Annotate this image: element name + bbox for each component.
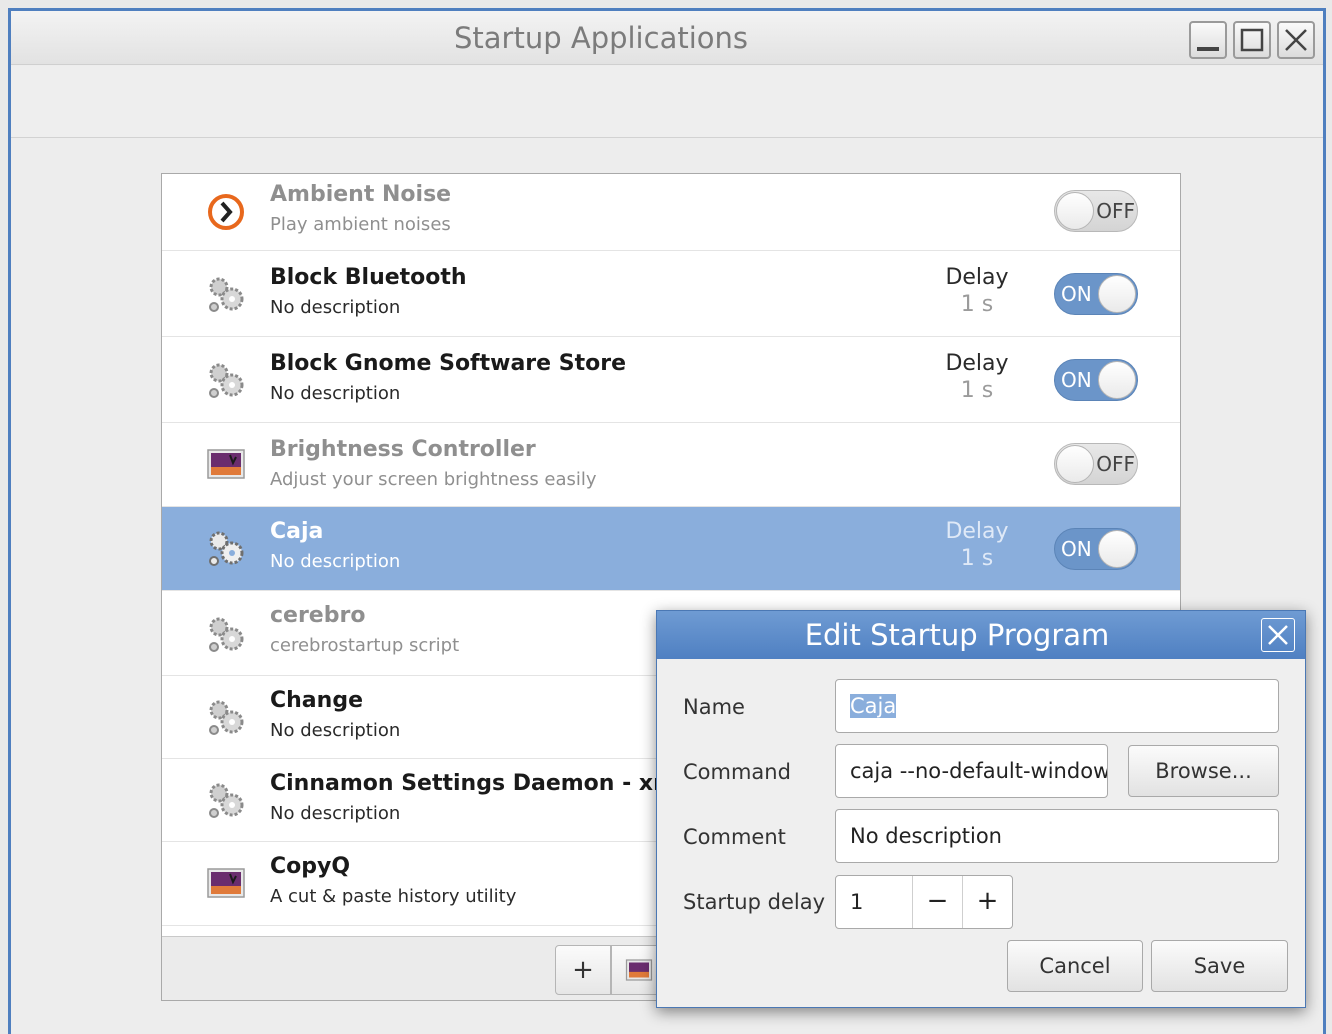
delay-value: 1 s [960,546,994,571]
close-icon [1285,29,1307,51]
item-description: Adjust your screen brightness easily [270,469,597,490]
browse-button[interactable]: Browse... [1128,745,1279,797]
name-field[interactable]: Caja [835,679,1279,733]
close-icon [1268,625,1288,645]
delay-info: Delay 1 s [932,265,1022,317]
toggle-text: OFF [1096,199,1135,223]
item-description: No description [270,297,401,318]
list-item[interactable]: Brightness Controller Adjust your screen… [162,423,1180,507]
item-name: Brightness Controller [270,437,536,462]
gears-icon [209,700,244,735]
item-name: Ambient Noise [270,182,452,207]
delay-value: 1 s [960,292,994,317]
window-title: Startup Applications [454,21,748,55]
toggle-knob [1056,192,1094,230]
edit-startup-dialog: Edit Startup Program Name Caja Command c… [656,610,1306,1008]
minimize-button[interactable] [1189,21,1227,59]
delay-value: 1 s [960,378,994,403]
item-name: Block Gnome Software Store [270,351,626,376]
item-name: Cinnamon Settings Daemon - xrandr [270,771,722,796]
close-button[interactable] [1277,21,1315,59]
image-icon [207,449,245,479]
image-icon [625,959,653,981]
delay-label: Delay [945,351,1009,376]
image-icon [207,868,245,898]
gears-icon [209,783,244,818]
comment-label: Comment [683,825,786,849]
add-button[interactable]: + [555,945,611,995]
toggle-text: ON [1061,368,1092,392]
item-name: Caja [270,519,324,544]
item-description: No description [270,383,401,404]
comment-field[interactable]: No description [835,809,1279,863]
delay-label: Delay [945,519,1009,544]
enable-toggle[interactable]: ON [1054,273,1138,315]
title-bar[interactable]: Startup Applications [11,11,1323,65]
save-button[interactable]: Save [1151,940,1288,992]
delay-info: Delay 1 s [932,351,1022,403]
dialog-title-bar[interactable]: Edit Startup Program [657,611,1305,659]
list-item[interactable]: Block Bluetooth No description Delay 1 s… [162,251,1180,337]
item-name: cerebro [270,603,366,628]
toggle-knob [1098,275,1136,313]
startup-delay-label: Startup delay [683,890,825,914]
item-description: cerebrostartup script [270,635,460,656]
enable-toggle[interactable]: OFF [1054,443,1138,485]
command-label: Command [683,760,791,784]
toggle-knob [1098,361,1136,399]
toggle-knob [1098,530,1136,568]
list-item-selected[interactable]: Caja No description Delay 1 s ON [162,507,1180,591]
ambient-noise-icon [208,194,244,230]
item-description: No description [270,551,401,572]
toggle-text: ON [1061,282,1092,306]
dialog-title: Edit Startup Program [804,618,1110,652]
gears-icon [209,617,244,652]
enable-toggle[interactable]: ON [1054,528,1138,570]
toggle-text: OFF [1096,452,1135,476]
delay-label: Delay [945,265,1009,290]
delay-info: Delay 1 s [932,519,1022,571]
item-name: Block Bluetooth [270,265,467,290]
toggle-knob [1056,445,1094,483]
list-item[interactable]: Ambient Noise Play ambient noises OFF [162,174,1180,251]
toolbar [11,66,1323,138]
maximize-icon [1240,28,1264,52]
enable-toggle[interactable]: ON [1054,359,1138,401]
dialog-close-button[interactable] [1261,618,1295,652]
item-description: No description [270,803,401,824]
startup-delay-input[interactable]: 1 [850,876,863,928]
item-name: Change [270,688,363,713]
gears-icon [209,277,244,312]
increment-button[interactable]: + [962,876,1012,928]
gears-icon [209,363,244,398]
item-name: CopyQ [270,854,351,879]
startup-delay-stepper: 1 − + [835,875,1013,929]
minimize-icon [1197,47,1219,51]
decrement-button[interactable]: − [912,876,962,928]
name-label: Name [683,695,745,719]
item-description: No description [270,720,401,741]
item-description: Play ambient noises [270,214,451,235]
item-description: A cut & paste history utility [270,886,517,907]
toggle-text: ON [1061,537,1092,561]
name-field-value: Caja [850,694,897,718]
command-field[interactable]: caja --no-default-window [835,744,1108,798]
maximize-button[interactable] [1233,21,1271,59]
gears-icon [209,531,244,566]
cancel-button[interactable]: Cancel [1007,940,1143,992]
list-item[interactable]: Block Gnome Software Store No descriptio… [162,337,1180,423]
enable-toggle[interactable]: OFF [1054,190,1138,232]
